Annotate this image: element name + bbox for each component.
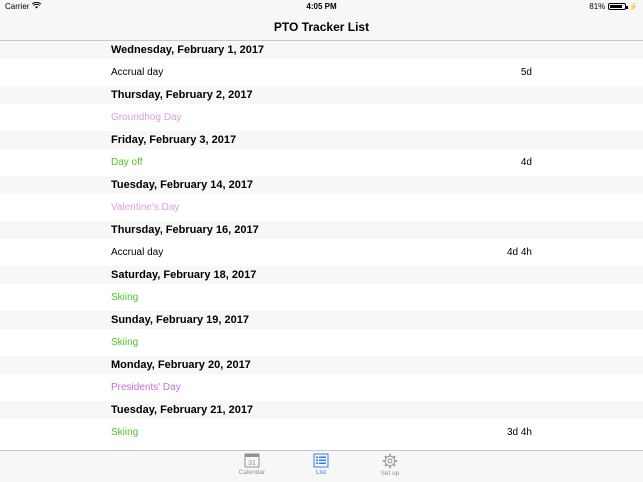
list-item[interactable]: Skiing 3d 4h xyxy=(0,419,643,446)
list-item[interactable]: Day off 4d xyxy=(0,149,643,176)
navigation-bar: PTO Tracker List xyxy=(0,14,643,41)
gear-icon xyxy=(382,453,398,469)
battery-icon xyxy=(608,3,629,10)
list-item[interactable]: Skiing xyxy=(0,284,643,311)
list-item[interactable]: Valentine's Day xyxy=(0,194,643,221)
section-header: Monday, February 20, 2017 xyxy=(0,356,643,374)
section-header: Friday, February 3, 2017 xyxy=(0,131,643,149)
entry-title: Day off xyxy=(111,157,143,168)
entry-balance: 3d 4h xyxy=(506,427,532,438)
section-header: Saturday, February 18, 2017 xyxy=(0,266,643,284)
section-header: Sunday, February 19, 2017 xyxy=(0,311,643,329)
entry-title: Valentine's Day xyxy=(111,202,180,213)
status-right: 81% ⚡ xyxy=(589,2,638,11)
tab-calendar-label: Calendar xyxy=(238,469,266,476)
tab-setup-label: Set up xyxy=(380,470,400,477)
entry-title: Skiing xyxy=(111,292,139,303)
entry-title: Skiing xyxy=(111,337,139,348)
pto-list[interactable]: Wednesday, February 1, 2017 Accrual day 5d… xyxy=(0,41,643,446)
section-header: Wednesday, February 1, 2017 xyxy=(0,41,643,59)
section-header: Tuesday, February 21, 2017 xyxy=(0,401,643,419)
section-header: Thursday, February 16, 2017 xyxy=(0,221,643,239)
page-title: PTO Tracker List xyxy=(273,20,370,34)
section-header: Thursday, February 2, 2017 xyxy=(0,86,643,104)
entry-title: Accrual day xyxy=(111,247,164,258)
status-bar: Carrier 4:05 PM 81% ⚡ xyxy=(0,0,643,14)
entry-title: Presidents' Day xyxy=(111,382,181,393)
calendar-icon: 31 xyxy=(244,453,260,468)
section-header: Tuesday, February 14, 2017 xyxy=(0,176,643,194)
entry-balance: 5d xyxy=(520,67,532,78)
list-item[interactable]: Presidents' Day xyxy=(0,374,643,401)
list-item[interactable]: Groundhog Day xyxy=(0,104,643,131)
tab-calendar[interactable]: 31 Calendar xyxy=(222,453,282,476)
tab-bar: 31 Calendar List Set up xyxy=(0,450,643,482)
battery-percent: 81% xyxy=(589,2,606,11)
list-icon xyxy=(313,453,329,468)
entry-title: Groundhog Day xyxy=(111,112,182,123)
tab-setup[interactable]: Set up xyxy=(360,453,420,477)
list-item[interactable]: Accrual day 5d xyxy=(0,59,643,86)
entry-title: Skiing xyxy=(111,427,139,438)
entry-balance: 4d xyxy=(520,157,532,168)
tab-list-label: List xyxy=(315,469,327,476)
entry-title: Accrual day xyxy=(111,67,164,78)
list-item[interactable]: Skiing xyxy=(0,329,643,356)
entry-balance: 4d 4h xyxy=(506,247,532,258)
status-time: 4:05 PM xyxy=(306,2,337,11)
charging-icon: ⚡ xyxy=(629,3,638,11)
tab-list[interactable]: List xyxy=(291,453,351,476)
svg-text:31: 31 xyxy=(248,460,256,467)
list-item[interactable]: Accrual day 4d 4h xyxy=(0,239,643,266)
